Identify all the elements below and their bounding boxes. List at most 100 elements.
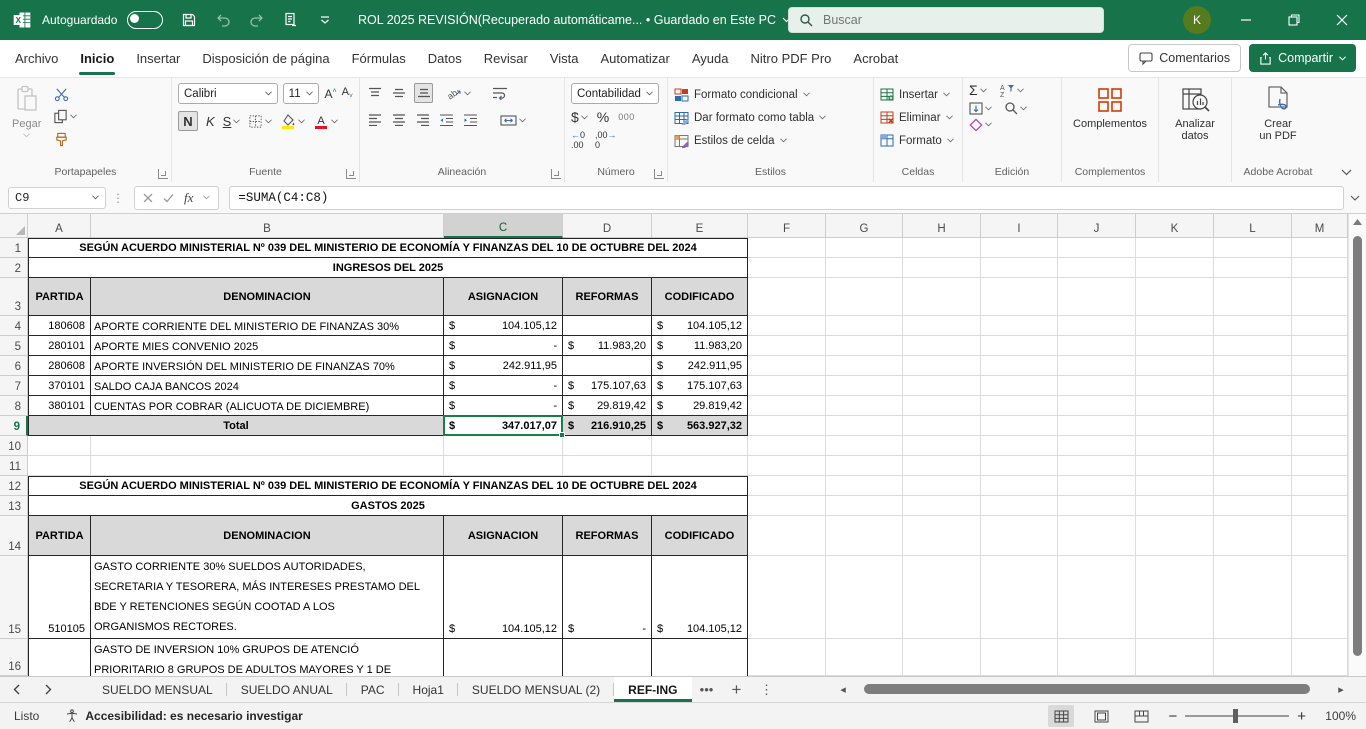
cell-G8[interactable] bbox=[826, 396, 903, 416]
cell-G4[interactable] bbox=[826, 316, 903, 336]
cell-G5[interactable] bbox=[826, 336, 903, 356]
cell-G2[interactable] bbox=[826, 258, 903, 278]
cell-H11[interactable] bbox=[903, 456, 981, 476]
align-left-icon[interactable] bbox=[366, 111, 383, 129]
cell-I1[interactable] bbox=[981, 238, 1058, 258]
cell-E4[interactable]: $104.105,12 bbox=[652, 316, 748, 336]
cell-H16[interactable] bbox=[903, 639, 981, 676]
cell-C7[interactable]: $- bbox=[444, 376, 563, 396]
fill-button[interactable] bbox=[969, 102, 992, 115]
cell-D5[interactable]: $11.983,20 bbox=[563, 336, 652, 356]
cell-D8[interactable]: $29.819,42 bbox=[563, 396, 652, 416]
clipboard-dialog-launcher[interactable] bbox=[158, 169, 168, 179]
col-header-A[interactable]: A bbox=[28, 214, 91, 238]
col-header-L[interactable]: L bbox=[1214, 214, 1292, 238]
increase-indent-icon[interactable] bbox=[462, 111, 479, 129]
cell-M16[interactable] bbox=[1292, 639, 1348, 676]
cell-H13[interactable] bbox=[903, 496, 981, 516]
cell-B7[interactable]: SALDO CAJA BANCOS 2024 bbox=[91, 376, 444, 396]
sheet-nav-prev-icon[interactable] bbox=[0, 677, 32, 702]
cell-H2[interactable] bbox=[903, 258, 981, 278]
row-header-1[interactable]: 1 bbox=[0, 238, 28, 258]
header-denominacion[interactable]: DENOMINACION bbox=[91, 278, 444, 316]
hscroll-left-icon[interactable]: ◂ bbox=[836, 683, 850, 696]
align-middle-icon[interactable] bbox=[390, 84, 407, 102]
row-header-16[interactable]: 16 bbox=[0, 639, 28, 676]
borders-button[interactable] bbox=[248, 114, 272, 129]
ribbon-tab-vista[interactable]: Vista bbox=[539, 40, 590, 78]
cell-I10[interactable] bbox=[981, 436, 1058, 456]
cell-F7[interactable] bbox=[748, 376, 826, 396]
ribbon-tab-revisar[interactable]: Revisar bbox=[473, 40, 539, 78]
cell-D4[interactable] bbox=[563, 316, 652, 336]
select-all-corner[interactable] bbox=[0, 214, 28, 238]
cell-C6[interactable]: $242.911,95 bbox=[444, 356, 563, 376]
cell-J9[interactable] bbox=[1058, 416, 1136, 436]
cell-B8[interactable]: CUENTAS POR COBRAR (ALICUOTA DE DICIEMBR… bbox=[91, 396, 444, 416]
cell-H9[interactable] bbox=[903, 416, 981, 436]
ribbon-tab-inicio[interactable]: Inicio bbox=[69, 40, 125, 78]
cell-I9[interactable] bbox=[981, 416, 1058, 436]
fill-color-button[interactable] bbox=[280, 113, 305, 129]
search-input[interactable] bbox=[821, 12, 1065, 28]
header2-denominacion[interactable]: DENOMINACION bbox=[91, 516, 444, 556]
cell-A5[interactable]: 280101 bbox=[28, 336, 91, 356]
cell-D10[interactable] bbox=[563, 436, 652, 456]
normal-view-icon[interactable] bbox=[1048, 705, 1074, 727]
cell-L3[interactable] bbox=[1214, 278, 1292, 316]
row-header-5[interactable]: 5 bbox=[0, 336, 28, 356]
cell-K14[interactable] bbox=[1136, 516, 1214, 556]
ribbon-tab-nitro-pdf-pro[interactable]: Nitro PDF Pro bbox=[740, 40, 843, 78]
cell-K11[interactable] bbox=[1136, 456, 1214, 476]
cell-E5[interactable]: $11.983,20 bbox=[652, 336, 748, 356]
copy-icon[interactable] bbox=[53, 109, 77, 124]
cell-F10[interactable] bbox=[748, 436, 826, 456]
cell-styles-button[interactable]: Estilos de celda bbox=[674, 130, 867, 151]
ribbon-tab-datos[interactable]: Datos bbox=[417, 40, 473, 78]
row-header-2[interactable]: 2 bbox=[0, 258, 28, 278]
cell-I2[interactable] bbox=[981, 258, 1058, 278]
cell-G9[interactable] bbox=[826, 416, 903, 436]
header2-partida[interactable]: PARTIDA bbox=[28, 516, 91, 556]
cell-J10[interactable] bbox=[1058, 436, 1136, 456]
cell-I11[interactable] bbox=[981, 456, 1058, 476]
cell-C10[interactable] bbox=[444, 436, 563, 456]
cell-C11[interactable] bbox=[444, 456, 563, 476]
insert-function-icon[interactable]: fx bbox=[184, 190, 193, 206]
ribbon-tab-insertar[interactable]: Insertar bbox=[125, 40, 191, 78]
row-header-3[interactable]: 3 bbox=[0, 278, 28, 316]
cell-I7[interactable] bbox=[981, 376, 1058, 396]
cell-K9[interactable] bbox=[1136, 416, 1214, 436]
cell-L2[interactable] bbox=[1214, 258, 1292, 278]
col-header-H[interactable]: H bbox=[903, 214, 981, 238]
vertical-scrollbar[interactable] bbox=[1348, 214, 1366, 676]
cell-M8[interactable] bbox=[1292, 396, 1348, 416]
find-select-button[interactable] bbox=[1004, 101, 1027, 115]
sheet-tab-sueldo-mensual[interactable]: SUELDO MENSUAL bbox=[88, 677, 227, 702]
decrease-decimal-icon[interactable]: ,00→0 bbox=[595, 130, 617, 150]
accessibility-status[interactable]: Accesibilidad: es necesario investigar bbox=[65, 709, 302, 723]
row-header-8[interactable]: 8 bbox=[0, 396, 28, 416]
cell-K5[interactable] bbox=[1136, 336, 1214, 356]
cell-D6[interactable] bbox=[563, 356, 652, 376]
cell-J13[interactable] bbox=[1058, 496, 1136, 516]
cell-G16[interactable] bbox=[826, 639, 903, 676]
sheet-tab-sueldo-mensual-2-[interactable]: SUELDO MENSUAL (2) bbox=[458, 677, 614, 702]
cell-M5[interactable] bbox=[1292, 336, 1348, 356]
cell-K13[interactable] bbox=[1136, 496, 1214, 516]
col-header-E[interactable]: E bbox=[652, 214, 748, 238]
cell-L16[interactable] bbox=[1214, 639, 1292, 676]
cell-A8[interactable]: 380101 bbox=[28, 396, 91, 416]
row-header-4[interactable]: 4 bbox=[0, 316, 28, 336]
increase-decimal-icon[interactable]: ←0.00 bbox=[571, 130, 585, 150]
cell-M4[interactable] bbox=[1292, 316, 1348, 336]
cell-H4[interactable] bbox=[903, 316, 981, 336]
minimize-button[interactable] bbox=[1222, 0, 1270, 40]
col-header-G[interactable]: G bbox=[826, 214, 903, 238]
col-header-C[interactable]: C bbox=[444, 214, 563, 238]
restore-button[interactable] bbox=[1270, 0, 1318, 40]
cell-B15[interactable]: GASTO CORRIENTE 30% SUELDOS AUTORIDADES,… bbox=[91, 556, 444, 639]
cell-K3[interactable] bbox=[1136, 278, 1214, 316]
sheet-tab-pac[interactable]: PAC bbox=[347, 677, 399, 702]
cell-I4[interactable] bbox=[981, 316, 1058, 336]
